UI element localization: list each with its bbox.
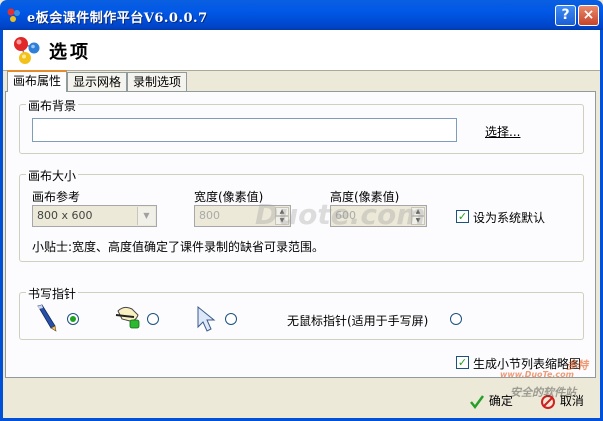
canvas-reference-value: 800 x 600 [37,209,93,222]
pen-pointer-group: 书写指针 无鼠标指针(适用于手写屏) [19,285,584,340]
width-label: 宽度(像素值) [194,190,264,204]
width-value: 800 [199,209,220,222]
tab-panel: 画布背景 选择... 画布大小 画布参考 800 x 600 ▼ 宽度(像素值)… [5,91,596,378]
thumbnail-checkbox[interactable]: ✓ [456,356,469,369]
options-logo-icon [14,37,40,64]
spin-up-icon[interactable]: ▲ [275,207,289,216]
no-cursor-label: 无鼠标指针(适用于手写屏) [287,314,429,328]
close-button[interactable]: × [578,5,599,26]
background-path-input[interactable] [32,118,457,142]
group-label: 画布大小 [26,167,79,184]
pencil-pointer-radio[interactable] [67,313,79,325]
tab-record-options[interactable]: 录制选项 [127,72,188,91]
thumbnail-label: 生成小节列表缩略图 [473,357,582,371]
window-frame-left [0,30,3,421]
select-background-link[interactable]: 选择... [485,123,520,140]
arrow-cursor-icon [197,305,216,332]
hand-pen-icon [115,306,140,329]
canvas-reference-select[interactable]: 800 x 600 ▼ [32,205,157,227]
spin-down-icon[interactable]: ▼ [275,216,289,225]
cancel-button[interactable]: 取消 [540,391,584,411]
cancel-icon [541,394,555,409]
height-label: 高度(像素值) [330,190,400,204]
help-button[interactable]: ? [555,5,576,26]
checkmark-icon [470,394,485,409]
cancel-button-label: 取消 [559,394,584,408]
spin-up-icon[interactable]: ▲ [411,207,425,216]
app-logo-icon [7,8,20,22]
no-cursor-radio[interactable] [450,313,462,325]
ok-button[interactable]: 确定 [469,391,513,411]
hand-pen-pointer-radio[interactable] [147,313,159,325]
canvas-reference-label: 画布参考 [32,190,81,204]
spin-down-icon[interactable]: ▼ [411,216,425,225]
title-bar[interactable]: e板会课件制作平台V6.0.0.7 ? × [0,0,603,30]
tip-text: 小贴士:宽度、高度值确定了课件录制的缺省可录范围。 [32,240,325,254]
window-title: e板会课件制作平台V6.0.0.7 [27,11,208,26]
pencil-icon [37,304,57,332]
height-value: 600 [335,209,356,222]
tab-show-grid[interactable]: 显示网格 [67,72,128,91]
height-stepper[interactable]: 600 ▲ ▼ [330,205,427,227]
page-title: 选项 [49,42,91,63]
chevron-down-icon[interactable]: ▼ [137,207,155,225]
group-label: 书写指针 [26,285,79,302]
canvas-background-group: 画布背景 选择... [19,97,584,154]
dialog-header: 选项 [3,30,600,71]
tab-canvas-properties[interactable]: 画布属性 [7,70,68,92]
set-default-label: 设为系统默认 [473,211,546,225]
canvas-size-group: 画布大小 画布参考 800 x 600 ▼ 宽度(像素值) 800 ▲ ▼ 高度… [19,167,584,262]
ok-button-label: 确定 [488,394,513,408]
arrow-pointer-radio[interactable] [225,313,237,325]
group-label: 画布背景 [26,97,79,114]
set-default-checkbox[interactable]: ✓ [456,210,469,223]
width-stepper[interactable]: 800 ▲ ▼ [194,205,291,227]
